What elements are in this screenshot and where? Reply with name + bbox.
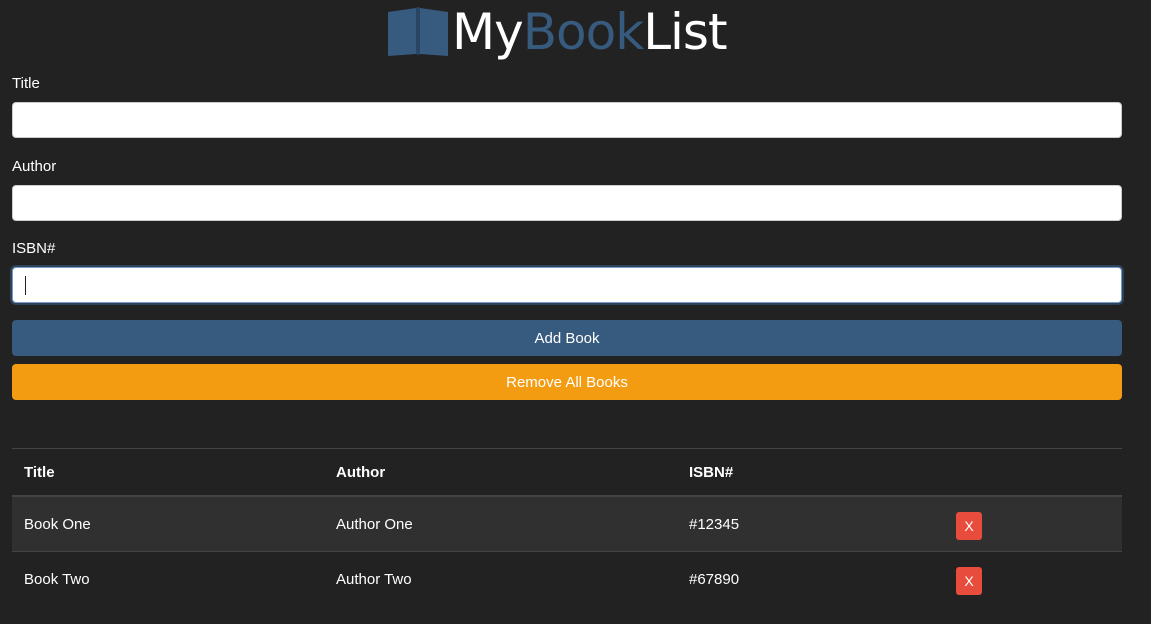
remove-all-books-button[interactable]: Remove All Books bbox=[12, 364, 1122, 400]
add-book-button[interactable]: Add Book bbox=[12, 320, 1122, 356]
table-header-row: Title Author ISBN# bbox=[12, 449, 1122, 497]
author-label: Author bbox=[12, 158, 57, 175]
logo-text-my: My bbox=[452, 3, 524, 61]
book-title-cell: Book Two bbox=[24, 570, 90, 588]
delete-book-button[interactable]: X bbox=[956, 512, 982, 540]
author-input[interactable] bbox=[12, 185, 1122, 221]
title-label: Title bbox=[12, 75, 40, 92]
title-input[interactable] bbox=[12, 102, 1122, 138]
book-title-cell: Book One bbox=[24, 515, 91, 533]
delete-book-button[interactable]: X bbox=[956, 567, 982, 595]
open-book-icon bbox=[388, 7, 448, 56]
app-header: MyBookList bbox=[0, 0, 1151, 64]
book-isbn-cell: #67890 bbox=[689, 570, 740, 588]
text-caret bbox=[25, 276, 26, 295]
table-row: Book One Author One #12345 X bbox=[12, 497, 1122, 552]
book-author-cell: Author Two bbox=[336, 570, 412, 588]
app-logo[interactable]: MyBookList bbox=[386, 2, 728, 62]
logo-text-book: Book bbox=[522, 3, 644, 61]
column-header-author: Author bbox=[336, 463, 386, 481]
book-list-table: Title Author ISBN# Book One Author One #… bbox=[12, 448, 1122, 606]
logo-text-list: List bbox=[643, 3, 727, 61]
isbn-label: ISBN# bbox=[12, 240, 56, 257]
column-header-title: Title bbox=[24, 463, 55, 481]
table-row: Book Two Author Two #67890 X bbox=[12, 552, 1122, 606]
app-logo-text: MyBookList bbox=[452, 3, 728, 61]
action-cell: X bbox=[956, 552, 982, 606]
book-author-cell: Author One bbox=[336, 515, 413, 533]
book-isbn-cell: #12345 bbox=[689, 515, 740, 533]
isbn-input[interactable] bbox=[12, 267, 1122, 303]
action-cell: X bbox=[956, 497, 982, 551]
column-header-isbn: ISBN# bbox=[689, 463, 734, 481]
